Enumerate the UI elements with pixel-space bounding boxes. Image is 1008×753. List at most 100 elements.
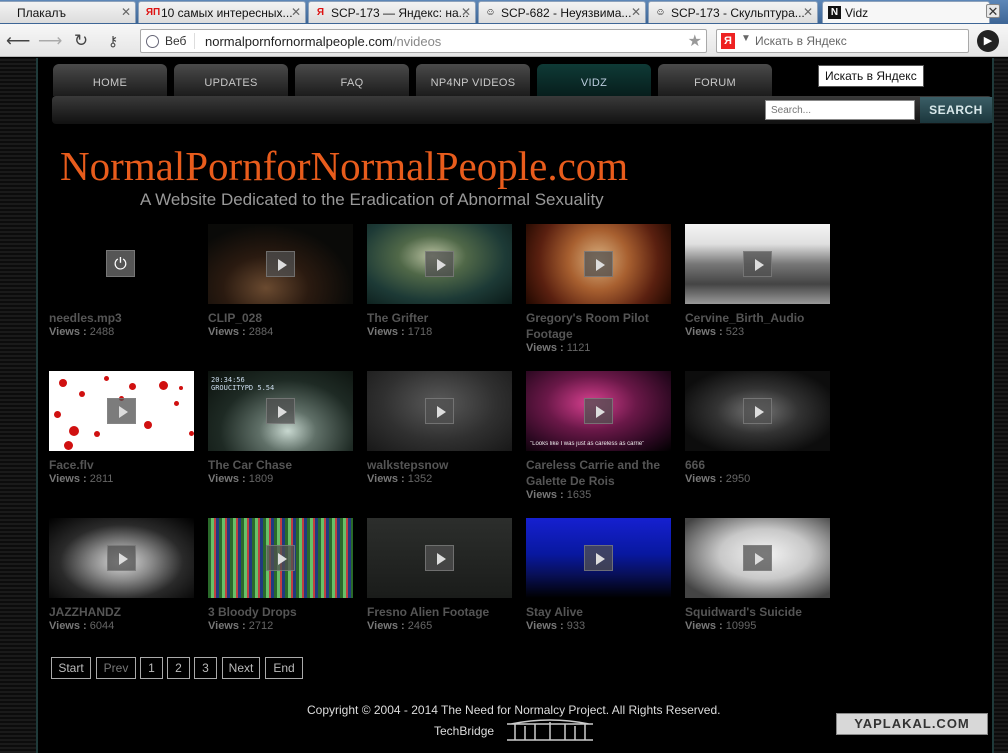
video-thumbnail[interactable]: [367, 371, 512, 451]
video-card[interactable]: 3 Bloody Drops Views : 2712: [208, 518, 358, 658]
video-title[interactable]: Fresno Alien Footage: [367, 604, 519, 620]
video-thumbnail[interactable]: [367, 224, 512, 304]
nav-tab-vidz[interactable]: VIDZ: [537, 64, 651, 96]
video-thumbnail[interactable]: [49, 371, 194, 451]
power-icon[interactable]: ⏻: [106, 250, 135, 277]
play-icon[interactable]: [266, 251, 295, 277]
site-search-input[interactable]: [765, 100, 915, 120]
video-thumbnail[interactable]: [208, 518, 353, 598]
video-title[interactable]: The Grifter: [367, 310, 519, 326]
video-card[interactable]: 20:34:56 GROUCITYPD 5.54 The Car Chase Vie…: [208, 371, 358, 511]
nav-tab-forum[interactable]: FORUM: [658, 64, 772, 96]
play-icon[interactable]: [266, 398, 295, 424]
browser-tab[interactable]: ☺ SCP-682 - Неуязвима... ✕: [478, 1, 646, 23]
video-card[interactable]: The Grifter Views : 1718: [367, 224, 517, 364]
video-title[interactable]: Face.flv: [49, 457, 201, 473]
chevron-down-icon[interactable]: ▼: [741, 33, 751, 44]
play-icon[interactable]: [425, 545, 454, 571]
browser-tab[interactable]: ☺ SCP-173 - Скульптура... ✕: [648, 1, 818, 23]
video-thumbnail[interactable]: ⏻: [49, 224, 194, 304]
address-bar[interactable]: Веб normalpornfornormalpeople.com/nvideo…: [140, 29, 707, 53]
nav-tab-updates[interactable]: UPDATES: [174, 64, 288, 96]
video-thumbnail[interactable]: [685, 224, 830, 304]
play-icon[interactable]: [584, 251, 613, 277]
video-thumbnail[interactable]: [49, 518, 194, 598]
video-thumbnail[interactable]: "Looks like I was just as careless as ca…: [526, 371, 671, 451]
close-icon[interactable]: ✕: [121, 5, 131, 19]
nav-tab-np4np-videos[interactable]: NP4NP VIDEOS: [416, 64, 530, 96]
video-card[interactable]: CLIP_028 Views : 2884: [208, 224, 358, 364]
video-title[interactable]: Stay Alive: [526, 604, 678, 620]
browser-tab[interactable]: Я SCP-173 — Яндекс: на... ✕: [308, 1, 476, 23]
video-thumbnail[interactable]: 20:34:56 GROUCITYPD 5.54: [208, 371, 353, 451]
video-card[interactable]: walkstepsnow Views : 1352: [367, 371, 517, 511]
scp-favicon-icon: ☺: [485, 7, 496, 18]
play-icon[interactable]: [584, 545, 613, 571]
play-icon[interactable]: [107, 545, 136, 571]
video-card[interactable]: Fresno Alien Footage Views : 2465: [367, 518, 517, 658]
pagination-page-3[interactable]: 3: [194, 657, 217, 679]
play-icon[interactable]: [425, 398, 454, 424]
close-icon[interactable]: ✕: [631, 5, 641, 19]
play-icon[interactable]: [743, 251, 772, 277]
play-icon[interactable]: [266, 545, 295, 571]
nav-tab-faq[interactable]: FAQ: [295, 64, 409, 96]
video-card[interactable]: Stay Alive Views : 933: [526, 518, 676, 658]
play-icon[interactable]: [743, 545, 772, 571]
video-card[interactable]: ⏻ needles.mp3 Views : 2488: [49, 224, 199, 364]
key-icon[interactable]: ⚷: [102, 30, 124, 52]
play-icon[interactable]: [584, 398, 613, 424]
video-card[interactable]: Face.flv Views : 2811: [49, 371, 199, 511]
play-icon[interactable]: [425, 251, 454, 277]
video-title[interactable]: 666: [685, 457, 837, 473]
video-card[interactable]: Gregory's Room Pilot Footage Views : 1121: [526, 224, 676, 364]
video-thumbnail[interactable]: [685, 518, 830, 598]
video-title[interactable]: CLIP_028: [208, 310, 360, 326]
video-card[interactable]: 666 Views : 2950: [685, 371, 835, 511]
video-title[interactable]: JAZZHANDZ: [49, 604, 201, 620]
yandex-search-box[interactable]: Я ▼ Искать в Яндекс: [716, 29, 969, 53]
close-icon[interactable]: ✕: [461, 5, 471, 19]
pagination-end[interactable]: End: [265, 657, 303, 679]
pagination-start[interactable]: Start: [51, 657, 91, 679]
left-border-decoration: [0, 58, 38, 753]
pagination-next[interactable]: Next: [222, 657, 260, 679]
forward-arrow-icon[interactable]: ⟶: [38, 30, 62, 52]
pagination-page-1[interactable]: 1: [140, 657, 163, 679]
video-title[interactable]: Squidward's Suicide: [685, 604, 837, 620]
video-card[interactable]: "Looks like I was just as careless as ca…: [526, 371, 676, 511]
browser-tab[interactable]: Плакалъ ✕: [0, 1, 136, 23]
video-thumbnail[interactable]: [526, 518, 671, 598]
window-close-icon[interactable]: ✕: [986, 4, 1000, 18]
video-card[interactable]: JAZZHANDZ Views : 6044: [49, 518, 199, 658]
video-card[interactable]: Cervine_Birth_Audio Views : 523: [685, 224, 835, 364]
close-icon[interactable]: ✕: [803, 5, 813, 19]
video-title[interactable]: Gregory's Room Pilot Footage: [526, 310, 678, 342]
video-title[interactable]: needles.mp3: [49, 310, 201, 326]
video-title[interactable]: Cervine_Birth_Audio: [685, 310, 837, 326]
bookmark-star-icon[interactable]: ★: [688, 31, 702, 51]
play-icon[interactable]: [743, 398, 772, 424]
video-title[interactable]: The Car Chase: [208, 457, 360, 473]
go-arrow-icon[interactable]: ▶: [977, 30, 999, 52]
browser-tab[interactable]: ЯП 10 самых интересных... ✕: [138, 1, 306, 23]
nav-tab-home[interactable]: HOME: [53, 64, 167, 96]
pagination-prev[interactable]: Prev: [96, 657, 136, 679]
browser-tab-active[interactable]: N Vidz: [822, 1, 990, 23]
reload-icon[interactable]: ↻: [70, 30, 92, 52]
site-title[interactable]: NormalPornforNormalPeople.com: [60, 142, 628, 190]
pagination-page-2[interactable]: 2: [167, 657, 190, 679]
video-title[interactable]: walkstepsnow: [367, 457, 519, 473]
video-thumbnail[interactable]: [208, 224, 353, 304]
url-text[interactable]: normalpornfornormalpeople.com/nvideos: [205, 34, 441, 49]
video-thumbnail[interactable]: [367, 518, 512, 598]
play-icon[interactable]: [107, 398, 136, 424]
video-title[interactable]: 3 Bloody Drops: [208, 604, 360, 620]
video-card[interactable]: Squidward's Suicide Views : 10995: [685, 518, 835, 658]
close-icon[interactable]: ✕: [291, 5, 301, 19]
site-search-button[interactable]: SEARCH: [920, 97, 992, 123]
video-thumbnail[interactable]: [685, 371, 830, 451]
back-arrow-icon[interactable]: ⟵: [6, 30, 30, 52]
video-title[interactable]: Careless Carrie and the Galette De Rois: [526, 457, 678, 489]
video-thumbnail[interactable]: [526, 224, 671, 304]
